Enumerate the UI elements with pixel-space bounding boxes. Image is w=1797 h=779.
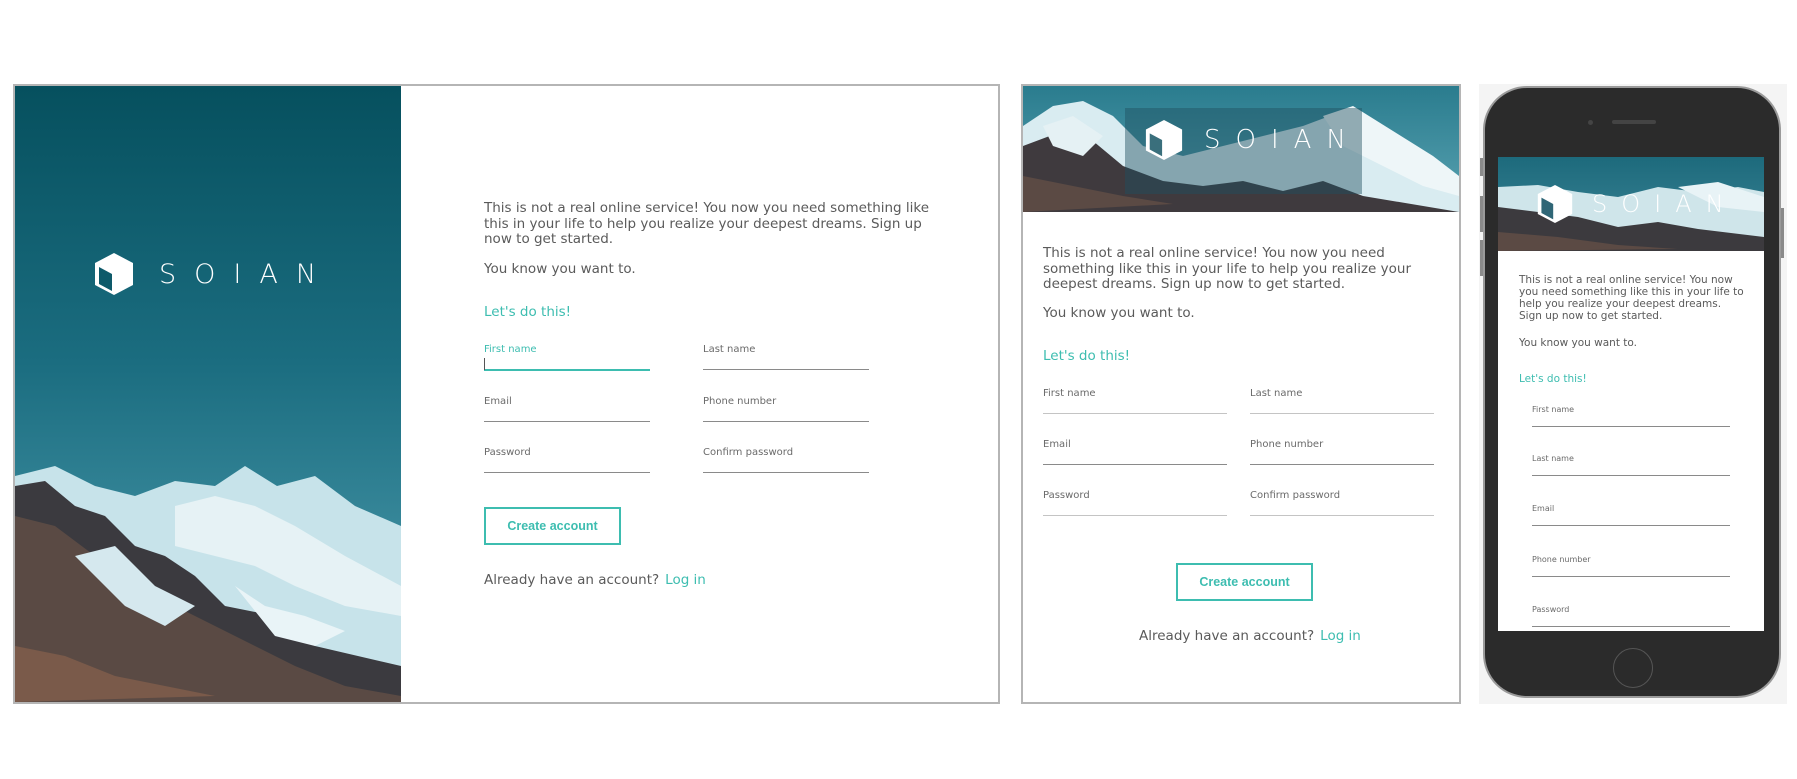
phone-speaker (1612, 120, 1656, 124)
email-field[interactable]: Email (1532, 504, 1730, 526)
text-caret (484, 358, 485, 370)
showcase-stage: SOIAN This is not a real online service!… (0, 0, 1797, 779)
password-underline (484, 472, 650, 473)
phone-mockup: SOIAN This is not a real online service!… (1480, 86, 1784, 698)
password-field[interactable]: Password (1532, 605, 1730, 627)
phone-screen: SOIAN This is not a real online service!… (1498, 157, 1764, 631)
confirm-password-label: Confirm password (1250, 490, 1341, 501)
login-prompt: Already have an account? (484, 572, 660, 588)
phone-home-button (1613, 648, 1653, 688)
create-account-button[interactable]: Create account (1176, 563, 1313, 601)
first-name-label: First name (484, 344, 537, 355)
email-underline (484, 421, 650, 422)
last-name-label: Last name (1532, 454, 1574, 463)
create-account-button[interactable]: Create account (484, 507, 621, 545)
cube-icon (93, 251, 135, 297)
phone-field[interactable]: Phone number (703, 396, 869, 422)
brand-name: SOIAN (159, 258, 335, 290)
last-name-underline (1532, 475, 1730, 476)
intro-text-2: You know you want to. (1519, 337, 1637, 349)
last-name-field[interactable]: Last name (1532, 454, 1730, 476)
brand-logo: SOIAN (93, 251, 334, 297)
phone-camera (1588, 120, 1593, 125)
password-label: Password (1532, 605, 1570, 614)
confirm-password-label: Confirm password (703, 447, 794, 458)
intro-text: This is not a real online service! You n… (1519, 274, 1744, 322)
last-name-label: Last name (1250, 388, 1303, 399)
brand-logo: SOIAN (1536, 183, 1738, 225)
phone-label: Phone number (703, 396, 777, 407)
password-label: Password (484, 447, 531, 458)
login-link[interactable]: Log in (1320, 628, 1361, 644)
cta-heading: Let's do this! (484, 304, 572, 320)
phone-volume-down-button (1480, 240, 1483, 276)
last-name-underline (703, 369, 869, 370)
phone-label: Phone number (1532, 555, 1591, 564)
phone-underline (1250, 464, 1434, 465)
login-link[interactable]: Log in (665, 572, 706, 588)
phone-volume-up-button (1480, 196, 1483, 232)
intro-text-2: You know you want to. (484, 260, 636, 277)
login-row: Already have an account? Log in (1139, 628, 1361, 644)
first-name-underline (484, 369, 650, 371)
first-name-field[interactable]: First name (1043, 388, 1227, 414)
first-name-field[interactable]: First name (484, 344, 650, 371)
confirm-password-field[interactable]: Confirm password (703, 447, 869, 473)
phone-field[interactable]: Phone number (1532, 555, 1730, 577)
desktop-hero-panel: SOIAN (15, 86, 401, 702)
confirm-password-field[interactable]: Confirm password (1250, 490, 1434, 516)
login-prompt: Already have an account? (1139, 628, 1315, 644)
email-field[interactable]: Email (484, 396, 650, 422)
last-name-label: Last name (703, 344, 756, 355)
email-field[interactable]: Email (1043, 439, 1227, 465)
login-row: Already have an account? Log in (484, 572, 706, 588)
phone-field[interactable]: Phone number (1250, 439, 1434, 465)
email-label: Email (484, 396, 512, 407)
last-name-field[interactable]: Last name (1250, 388, 1434, 414)
cube-icon (1536, 183, 1574, 225)
email-underline (1532, 525, 1730, 526)
password-field[interactable]: Password (484, 447, 650, 473)
email-label: Email (1043, 439, 1071, 450)
password-label: Password (1043, 490, 1090, 501)
last-name-field[interactable]: Last name (703, 344, 869, 370)
phone-underline (1532, 576, 1730, 577)
intro-text: This is not a real online service! You n… (484, 200, 930, 247)
confirm-password-underline (1250, 515, 1434, 516)
cta-heading: Let's do this! (1043, 348, 1131, 364)
phone-side-button (1480, 158, 1483, 176)
tablet-hero: SOIAN (1023, 86, 1459, 212)
first-name-underline (1532, 426, 1730, 427)
first-name-field[interactable]: First name (1532, 405, 1730, 427)
mountain-image (15, 86, 401, 702)
email-label: Email (1532, 504, 1555, 513)
first-name-label: First name (1532, 405, 1575, 414)
desktop-mockup: SOIAN This is not a real online service!… (13, 84, 1000, 704)
first-name-label: First name (1043, 388, 1096, 399)
cube-icon (1144, 118, 1184, 162)
email-underline (1043, 464, 1227, 465)
brand-name: SOIAN (1592, 190, 1738, 218)
first-name-underline (1043, 413, 1227, 414)
phone-power-button (1781, 208, 1784, 258)
brand-name: SOIAN (1204, 125, 1361, 155)
password-field[interactable]: Password (1043, 490, 1227, 516)
phone-mockup-backdrop: SOIAN This is not a real online service!… (1479, 84, 1787, 704)
password-underline (1532, 626, 1730, 627)
last-name-underline (1250, 413, 1434, 414)
intro-text: This is not a real online service! You n… (1043, 245, 1412, 292)
phone-underline (703, 421, 869, 422)
brand-logo: SOIAN (1144, 118, 1361, 162)
tablet-mockup: SOIAN This is not a real online service!… (1021, 84, 1461, 704)
desktop-signup-content: This is not a real online service! You n… (484, 200, 944, 277)
password-underline (1043, 515, 1227, 516)
phone-hero: SOIAN (1498, 157, 1764, 251)
phone-label: Phone number (1250, 439, 1324, 450)
cta-heading: Let's do this! (1519, 373, 1587, 385)
intro-text-2: You know you want to. (1043, 305, 1195, 321)
confirm-password-underline (703, 472, 869, 473)
